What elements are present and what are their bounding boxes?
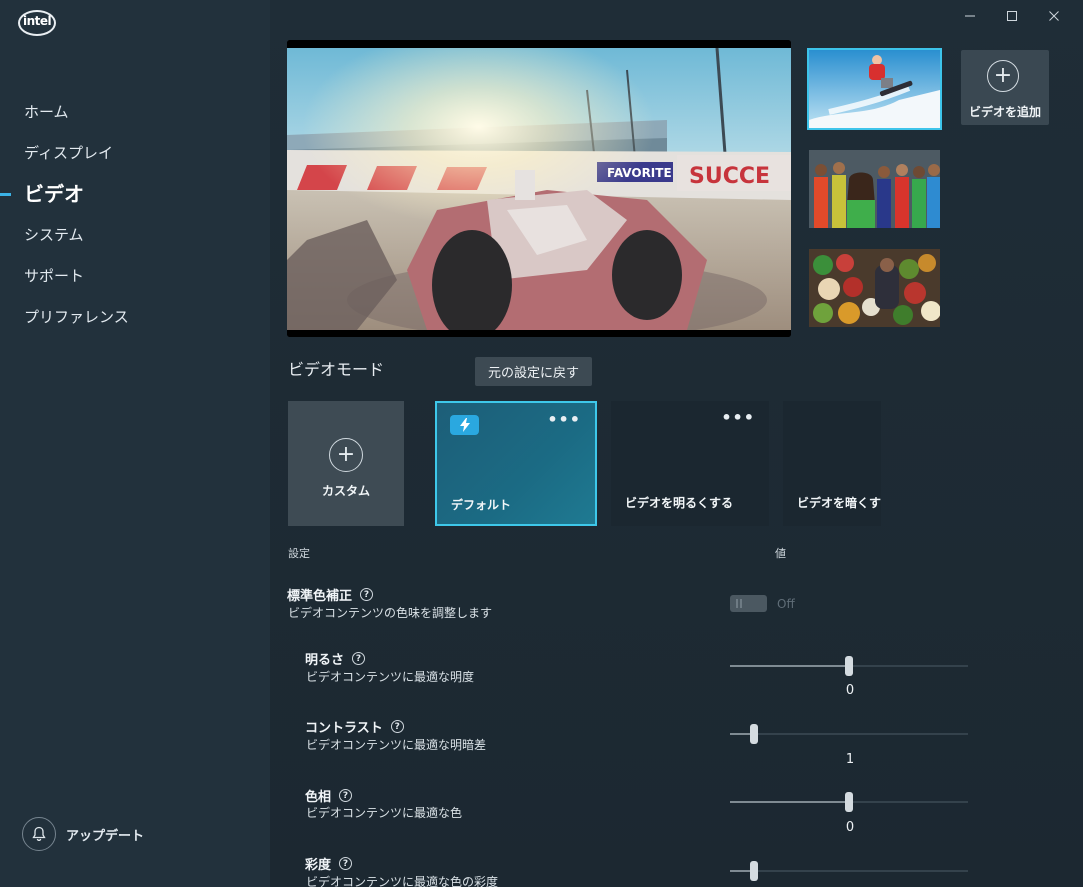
mode-card-default[interactable]: ••• デフォルト [435,401,597,526]
hue-row: 色相 ? [305,786,353,805]
slider-track-rest [849,801,968,803]
setting-label: 色相 [305,790,332,805]
add-video-button[interactable]: + ビデオを追加 [961,50,1049,125]
race-car-preview-image: FAVORITE SUCCE [287,40,791,337]
plus-icon: + [329,438,363,472]
update-button[interactable]: アップデート [22,817,144,851]
slider-track-rest [754,870,968,872]
setting-description: ビデオコンテンツに最適な色の彩度 [306,875,499,887]
market-thumbnail-image [809,249,940,327]
contrast-slider[interactable] [730,724,968,744]
help-icon[interactable]: ? [360,588,374,601]
thumbnail-market[interactable] [809,249,940,327]
setting-label: 標準色補正 [287,589,353,604]
intel-logo: intel [18,10,56,36]
help-icon[interactable]: ? [339,857,353,870]
slider-track-filled [730,801,849,803]
setting-label: コントラスト [305,721,383,736]
slider-thumb[interactable] [750,724,758,744]
slider-track-filled [730,665,849,667]
saturation-slider[interactable] [730,861,968,881]
reset-defaults-button[interactable]: 元の設定に戻す [475,357,592,386]
video-preview: FAVORITE SUCCE [287,40,791,337]
contrast-value: 1 [845,752,855,767]
window-controls [949,4,1075,28]
contrast-row: コントラスト ? [305,717,404,736]
minimize-icon[interactable] [949,4,991,28]
sidebar-item-preferences[interactable]: プリファレンス [0,297,270,338]
setting-label: 彩度 [305,858,332,873]
color-correction-row: 標準色補正 ? [287,585,374,604]
people-thumbnail-image [809,150,940,228]
mode-card-label: デフォルト [451,498,512,512]
brightness-row: 明るさ ? [305,649,366,668]
plus-icon: + [987,60,1019,92]
toggle-state-label: Off [777,597,795,611]
add-video-label: ビデオを追加 [968,105,1041,119]
setting-label: 明るさ [305,653,345,668]
sidebar-item-display[interactable]: ディスプレイ [0,133,270,174]
sidebar-item-system[interactable]: システム [0,215,270,256]
hue-slider[interactable] [730,792,968,812]
more-options-icon[interactable]: ••• [547,412,581,428]
mode-card-darken[interactable]: ビデオを暗くす [783,401,881,526]
lightning-icon [450,415,479,435]
video-mode-title: ビデオモード [288,360,385,379]
column-header-value: 値 [775,547,786,560]
snowboard-thumbnail-image [809,50,940,128]
bell-icon [22,817,56,851]
sidebar-item-home[interactable]: ホーム [0,92,270,133]
mode-card-custom[interactable]: + カスタム [288,401,404,526]
update-label: アップデート [66,828,145,844]
slider-track-rest [849,665,968,667]
slider-thumb[interactable] [845,656,853,676]
setting-description: ビデオコンテンツの色味を調整します [288,606,493,620]
sidebar-item-support[interactable]: サポート [0,256,270,297]
sidebar: intel ホーム ディスプレイ ビデオ システム サポート プリファレンス ア… [0,0,270,887]
help-icon[interactable]: ? [339,789,353,802]
brightness-slider[interactable] [730,656,968,676]
setting-description: ビデオコンテンツに最適な明暗差 [306,738,487,752]
column-header-setting: 設定 [288,547,310,560]
mode-card-label: ビデオを明るくする [625,496,734,510]
saturation-row: 彩度 ? [305,854,353,873]
slider-thumb[interactable] [750,861,758,881]
sidebar-item-video[interactable]: ビデオ [0,174,270,215]
more-options-icon[interactable]: ••• [721,410,755,426]
color-correction-toggle[interactable] [730,595,767,612]
thumbnail-snowboard[interactable] [807,48,942,130]
hue-value: 0 [845,820,855,835]
mode-card-label: カスタム [321,484,370,498]
maximize-icon[interactable] [991,4,1033,28]
brightness-value: 0 [845,683,855,698]
mode-card-brighten[interactable]: ••• ビデオを明るくする [611,401,769,526]
help-icon[interactable]: ? [390,720,404,733]
mode-card-label: ビデオを暗くす [797,496,882,510]
close-icon[interactable] [1033,4,1075,28]
sidebar-nav: ホーム ディスプレイ ビデオ システム サポート プリファレンス [0,92,270,338]
slider-thumb[interactable] [845,792,853,812]
help-icon[interactable]: ? [352,652,366,665]
setting-description: ビデオコンテンツに最適な色 [306,806,463,820]
thumbnail-people[interactable] [809,150,940,228]
app-window: intel ホーム ディスプレイ ビデオ システム サポート プリファレンス ア… [0,0,1083,887]
setting-description: ビデオコンテンツに最適な明度 [306,670,475,684]
slider-track-rest [754,733,968,735]
